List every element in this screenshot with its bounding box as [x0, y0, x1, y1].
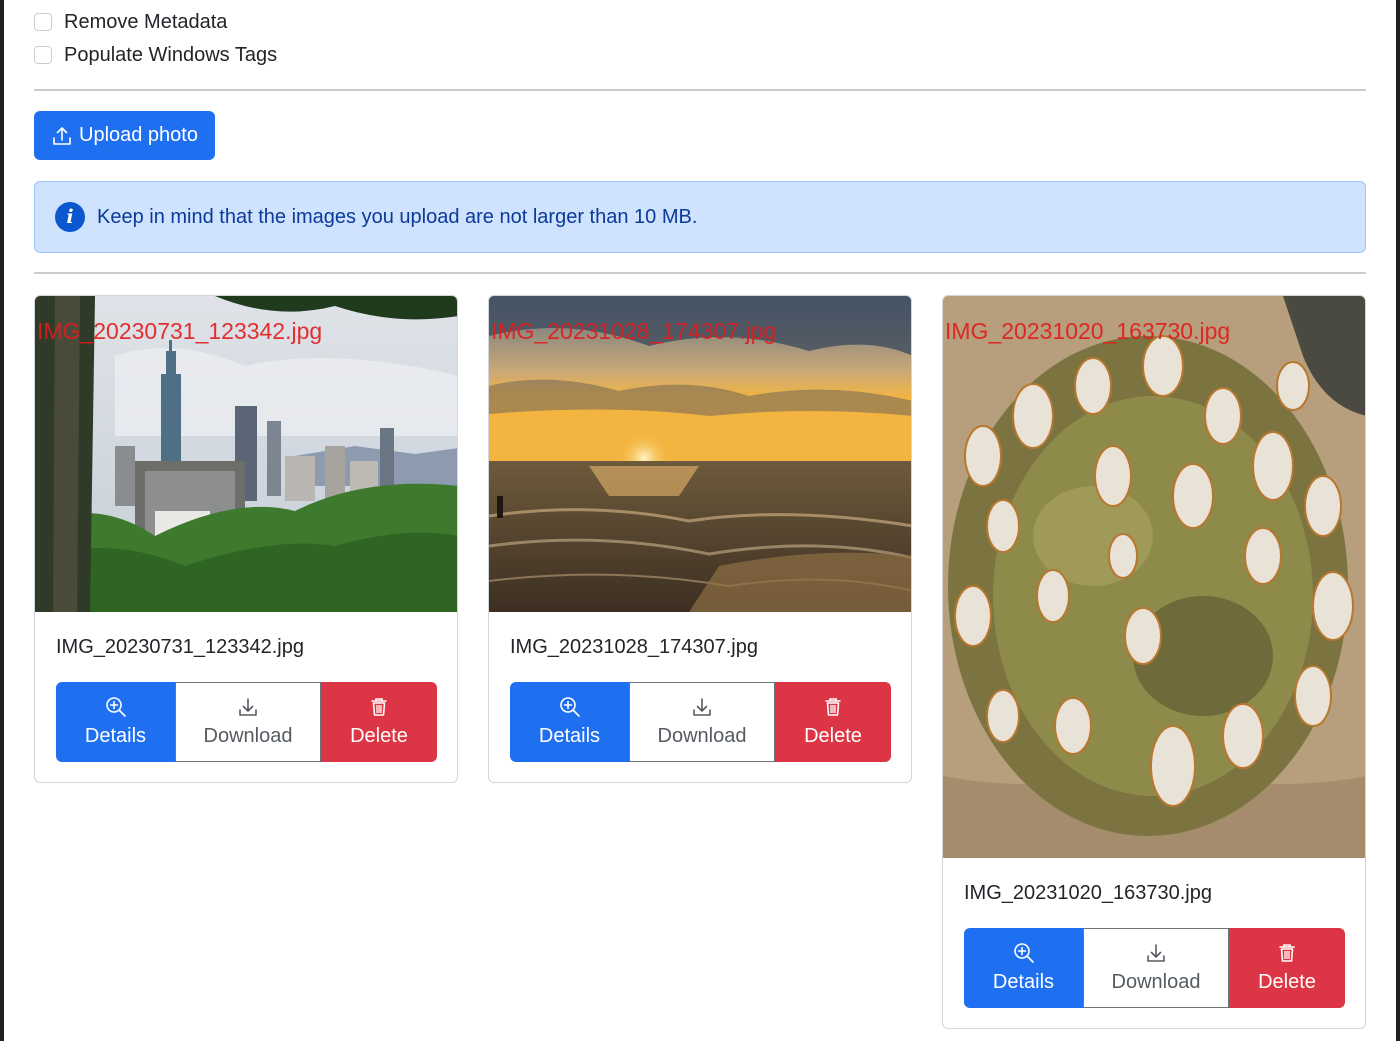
details-label: Details — [84, 725, 147, 747]
upload-icon — [53, 126, 71, 145]
download-label: Download — [1111, 971, 1201, 993]
barnacles-photo — [943, 296, 1365, 858]
download-button[interactable]: Download — [629, 682, 775, 762]
divider — [34, 272, 1366, 274]
download-icon — [1147, 944, 1165, 962]
info-icon: i — [55, 202, 85, 232]
delete-button[interactable]: Delete — [775, 682, 891, 762]
app-frame: Remove Metadata Populate Windows Tags Up… — [0, 0, 1400, 1041]
delete-label: Delete — [804, 725, 862, 747]
details-button[interactable]: Details — [56, 682, 175, 762]
alert-message: Keep in mind that the images you upload … — [97, 205, 698, 228]
photo-filename: IMG_20231020_163730.jpg — [964, 882, 1212, 904]
details-label: Details — [538, 725, 601, 747]
photo-watermark: IMG_20231028_174307.jpg — [491, 318, 777, 344]
photo-actions: Details Download Delete — [964, 928, 1345, 1008]
photo-watermark: IMG_20230731_123342.jpg — [37, 318, 323, 344]
delete-label: Delete — [350, 725, 408, 747]
remove-metadata-checkbox[interactable] — [34, 13, 52, 31]
photo-card: IMG_20231028_174307.jpg IMG_20231028_174… — [488, 295, 912, 783]
download-button[interactable]: Download — [175, 682, 321, 762]
delete-button[interactable]: Delete — [321, 682, 437, 762]
details-label: Details — [992, 971, 1055, 993]
trash-icon — [371, 698, 387, 716]
photo-watermark: IMG_20231020_163730.jpg — [945, 318, 1231, 344]
details-button[interactable]: Details — [510, 682, 629, 762]
photo-filename: IMG_20231028_174307.jpg — [510, 636, 758, 658]
option-populate-windows-tags[interactable]: Populate Windows Tags — [34, 40, 277, 70]
trash-icon — [825, 698, 841, 716]
zoom-in-icon — [105, 697, 126, 717]
info-alert: i Keep in mind that the images you uploa… — [34, 181, 1366, 253]
option-remove-metadata[interactable]: Remove Metadata — [34, 7, 227, 37]
photo-preview[interactable]: IMG_20231020_163730.jpg — [943, 296, 1365, 858]
download-label: Download — [203, 725, 293, 747]
download-icon — [239, 698, 257, 716]
populate-windows-tags-label: Populate Windows Tags — [64, 43, 278, 66]
divider — [34, 89, 1366, 91]
zoom-in-icon — [1013, 943, 1034, 963]
remove-metadata-label: Remove Metadata — [64, 10, 228, 33]
photo-preview[interactable]: IMG_20230731_123342.jpg — [35, 296, 457, 612]
photo-actions: Details Download Delete — [510, 682, 891, 762]
trash-icon — [1279, 944, 1295, 962]
zoom-in-icon — [559, 697, 580, 717]
populate-windows-tags-checkbox[interactable] — [34, 46, 52, 64]
delete-button[interactable]: Delete — [1229, 928, 1345, 1008]
upload-photo-label: Upload photo — [79, 124, 198, 146]
photo-preview[interactable]: IMG_20231028_174307.jpg — [489, 296, 911, 612]
delete-label: Delete — [1258, 971, 1316, 993]
photo-filename: IMG_20230731_123342.jpg — [56, 636, 304, 658]
photo-actions: Details Download Delete — [56, 682, 437, 762]
photo-card: IMG_20231020_163730.jpg IMG_20231020_163… — [942, 295, 1366, 1029]
photo-card: IMG_20230731_123342.jpg IMG_20230731_123… — [34, 295, 458, 783]
upload-photo-button[interactable]: Upload photo — [34, 111, 215, 160]
download-icon — [693, 698, 711, 716]
download-button[interactable]: Download — [1083, 928, 1229, 1008]
details-button[interactable]: Details — [964, 928, 1083, 1008]
download-label: Download — [657, 725, 747, 747]
